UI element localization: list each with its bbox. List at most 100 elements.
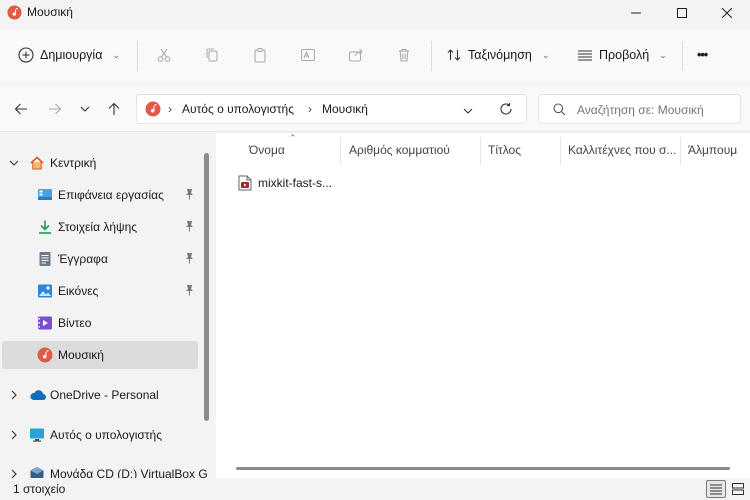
monitor-icon: [29, 427, 45, 443]
sidebar-item-label: Μουσική: [58, 348, 104, 362]
share-button[interactable]: [348, 40, 364, 70]
sidebar-item-label: Στοιχεία λήψης: [58, 220, 138, 234]
copy-button[interactable]: [204, 40, 220, 70]
tiles-view-button[interactable]: [728, 480, 748, 498]
divider: [137, 41, 138, 71]
paste-icon: [254, 48, 266, 63]
column-divider[interactable]: [680, 137, 681, 165]
breadcrumb-this-pc[interactable]: Αυτός ο υπολογιστής: [182, 102, 294, 116]
back-button[interactable]: [8, 96, 34, 122]
chevron-right-icon[interactable]: [9, 469, 19, 478]
chevron-right-icon[interactable]: [9, 390, 19, 402]
view-label: Προβολή: [599, 48, 650, 62]
column-header-track-number[interactable]: Αριθμός κομματιού: [349, 143, 450, 157]
sidebar-item-this-pc[interactable]: Αυτός ο υπολογιστής: [0, 422, 200, 448]
cut-button[interactable]: [156, 40, 172, 70]
sidebar-item-cd-drive[interactable]: Μονάδα CD (D:) VirtualBox G: [0, 461, 208, 478]
minimize-button[interactable]: [613, 0, 659, 26]
sort-label: Ταξινόμηση: [468, 48, 532, 62]
plus-circle-icon: [18, 47, 34, 63]
sidebar-item-label: Μονάδα CD (D:) VirtualBox G: [50, 467, 208, 478]
music-folder-icon: [145, 101, 161, 120]
delete-button[interactable]: [396, 40, 412, 70]
address-field[interactable]: › Αυτός ο υπολογιστής › Μουσική: [136, 94, 527, 124]
address-bar-row: › Αυτός ο υπολογιστής › Μουσική: [0, 86, 750, 132]
close-button[interactable]: [704, 0, 750, 26]
new-button[interactable]: Δημιουργία ⌄: [18, 40, 120, 70]
new-label: Δημιουργία: [40, 48, 103, 62]
search-icon: [553, 103, 566, 119]
column-divider[interactable]: [560, 137, 561, 165]
list-view-icon: [578, 50, 592, 61]
sidebar-item-videos[interactable]: Βίντεο: [0, 310, 200, 336]
breadcrumb-music[interactable]: Μουσική: [322, 102, 368, 116]
column-header-album[interactable]: Άλμπουμ: [688, 143, 737, 157]
pin-icon[interactable]: [184, 188, 195, 203]
sidebar-item-pictures[interactable]: Εικόνες: [0, 278, 200, 304]
sidebar-item-downloads[interactable]: Στοιχεία λήψης: [0, 214, 200, 240]
forward-button[interactable]: [42, 96, 68, 122]
address-history-button[interactable]: [463, 105, 473, 119]
view-button[interactable]: Προβολή ⌄: [577, 40, 667, 70]
details-view-button[interactable]: [706, 480, 726, 498]
sidebar-item-label: OneDrive - Personal: [50, 388, 159, 402]
rename-button[interactable]: [300, 40, 316, 70]
share-icon: [349, 48, 363, 62]
sort-icon: [447, 49, 461, 61]
sidebar-item-desktop[interactable]: Επιφάνεια εργασίας: [0, 182, 200, 208]
sort-ascending-icon: ⌃: [289, 133, 297, 143]
recent-locations-button[interactable]: [72, 96, 98, 122]
close-icon: [722, 8, 732, 18]
music-folder-icon: [7, 5, 22, 23]
search-input[interactable]: [577, 101, 737, 119]
column-header-title[interactable]: Τίτλος: [488, 143, 521, 157]
breadcrumb-separator-icon: ›: [168, 102, 172, 116]
tiles-view-icon: [732, 483, 744, 495]
file-list-pane: ⌃ Όνομα Αριθμός κομματιού Τίτλος Καλλιτέ…: [216, 133, 750, 478]
video-icon: [37, 315, 53, 331]
chevron-down-icon: ⌄: [112, 49, 120, 60]
column-header-name[interactable]: Όνομα: [249, 143, 285, 157]
sidebar-item-music[interactable]: Μουσική: [2, 341, 198, 369]
arrow-right-icon: [49, 103, 62, 115]
details-view-icon: [710, 484, 722, 495]
search-box[interactable]: [538, 94, 741, 124]
pin-icon[interactable]: [184, 220, 195, 235]
up-button[interactable]: [101, 96, 127, 122]
pictures-icon: [37, 283, 53, 299]
column-divider[interactable]: [340, 137, 341, 165]
status-bar: 1 στοιχείο: [0, 478, 750, 500]
column-divider[interactable]: [480, 137, 481, 165]
chevron-down-icon: ⌄: [541, 49, 550, 60]
pin-icon[interactable]: [184, 284, 195, 299]
sidebar-item-label: Κεντρική: [50, 156, 97, 170]
column-header-contributing-artists[interactable]: Καλλιτέχνες που σ...: [568, 143, 676, 157]
title-bar: Μουσική: [0, 0, 750, 26]
divider: [682, 41, 683, 71]
maximize-button[interactable]: [659, 0, 705, 26]
sidebar-scrollbar[interactable]: [204, 153, 209, 421]
sidebar-item-onedrive[interactable]: OneDrive - Personal: [0, 382, 200, 408]
breadcrumb-separator-icon: ›: [308, 102, 312, 116]
file-name: mixkit-fast-s...: [258, 176, 332, 190]
audio-file-icon: [238, 175, 252, 194]
chevron-right-icon[interactable]: [9, 430, 19, 442]
chevron-down-icon[interactable]: [9, 158, 19, 170]
chevron-down-icon: [80, 106, 90, 112]
horizontal-scrollbar[interactable]: [236, 467, 730, 470]
document-icon: [37, 251, 53, 267]
refresh-icon: [500, 103, 512, 115]
download-icon: [37, 219, 53, 235]
refresh-button[interactable]: [499, 102, 513, 119]
scissors-icon: [157, 48, 171, 62]
command-bar: Δημιουργία ⌄ Ταξινόμηση ⌄ Προβολή ⌄ •••: [0, 30, 750, 82]
copy-icon: [206, 48, 218, 62]
maximize-icon: [677, 8, 687, 18]
sidebar-item-documents[interactable]: Έγγραφα: [0, 246, 200, 272]
virtualbox-icon: [29, 466, 45, 478]
pin-icon[interactable]: [184, 252, 195, 267]
sort-button[interactable]: Ταξινόμηση ⌄: [446, 40, 549, 70]
sidebar-item-home[interactable]: Κεντρική: [0, 150, 200, 176]
more-options-button[interactable]: •••: [697, 40, 708, 70]
paste-button[interactable]: [252, 40, 268, 70]
